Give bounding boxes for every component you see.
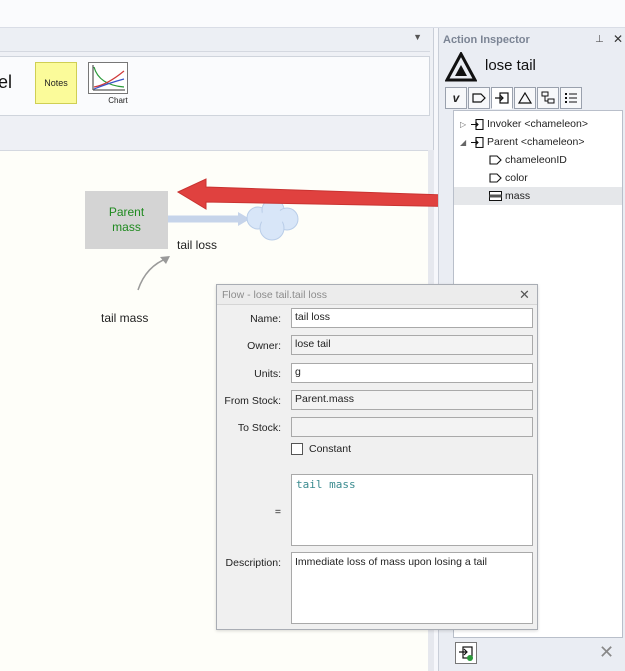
constant-checkbox[interactable] [291,443,303,455]
notes-button-label: Notes [44,78,68,88]
window-top-strip [0,0,625,28]
add-import-button[interactable] [455,642,477,664]
chart-button-label: Chart [108,96,128,105]
flow-dialog-title: Flow - lose tail.tail loss [222,289,328,301]
constant-checkbox-row[interactable]: Constant [291,443,351,455]
description-field[interactable]: Immediate loss of mass upon losing a tai… [291,552,533,624]
chart-icon [88,62,128,94]
variable-tail-mass[interactable]: tail mass [101,311,148,325]
tab-tag[interactable] [468,87,490,109]
tag-icon [472,93,486,103]
tree-item[interactable]: ◢ Parent <chameleon> [454,133,622,151]
from-stock-field: Parent.mass [291,390,533,410]
flow-dialog-titlebar: Flow - lose tail.tail loss ✕ [217,285,537,305]
import-icon [495,92,509,104]
import-icon [470,136,484,148]
tree-item[interactable]: chameleonID [454,151,622,169]
ribbon-partial-label: el [0,72,13,92]
list-icon [565,93,577,103]
inspector-tabs: v [445,87,583,109]
equation-editor[interactable]: tail mass [291,474,533,546]
tab-triangle[interactable] [514,87,536,109]
owner-label: Owner: [247,340,281,352]
description-label: Description: [225,557,281,569]
units-label: Units: [254,368,281,380]
notes-button[interactable]: Notes [35,62,77,104]
stock-label: Parent mass [108,205,145,234]
tree-item-label: Parent <chameleon> [487,136,585,148]
trigger-icon: v [452,91,460,105]
from-stock-label: From Stock: [224,395,281,407]
flowchart-icon [541,91,555,104]
tree-item-label: chameleonID [505,154,567,166]
model-pane-header: ▼ [0,28,430,52]
remove-icon[interactable]: ✕ [599,642,614,663]
flow-label-tail-loss[interactable]: tail loss [177,238,217,252]
tab-list[interactable] [560,87,582,109]
constant-label: Constant [309,443,352,455]
triangle-icon [518,92,532,104]
tree-item[interactable]: mass [454,187,622,205]
chart-button[interactable]: Chart [86,62,130,114]
import-icon [470,118,484,130]
equation-label: = [274,506,281,518]
stock-parent-mass[interactable]: Parent mass [85,191,168,249]
tab-flowchart[interactable] [537,87,559,109]
add-import-icon [459,646,473,661]
tag-icon [488,173,502,183]
tree-item[interactable]: color [454,169,622,187]
tree-item-label: Invoker <chameleon> [487,118,588,130]
action-header: lose tail [445,52,623,84]
inspector-title: Action Inspector [443,34,530,46]
tab-trigger[interactable]: v [445,87,467,109]
flow-dialog: Flow - lose tail.tail loss ✕ Name: tail … [216,284,538,630]
tag-icon [488,155,502,165]
tab-import[interactable] [491,87,513,109]
pane-dropdown-icon[interactable]: ▼ [413,32,422,42]
tree-item-label: color [505,172,528,184]
action-triangle-icon [445,52,477,82]
tree-item[interactable]: ▷ Invoker <chameleon> [454,115,622,133]
close-inspector-icon[interactable]: ✕ [613,32,623,46]
units-field[interactable]: g [291,363,533,383]
action-name: lose tail [485,57,536,74]
to-stock-label: To Stock: [237,422,281,434]
tree-item-label: mass [505,190,531,202]
to-stock-field [291,417,533,437]
stock-icon [488,191,502,201]
expand-down-icon[interactable]: ◢ [460,138,470,147]
name-label: Name: [250,313,281,325]
expand-right-icon[interactable]: ▷ [460,120,470,129]
name-field[interactable]: tail loss [291,308,533,328]
owner-field: lose tail [291,335,533,355]
pin-icon[interactable]: ⊥ [595,34,604,45]
close-dialog-icon[interactable]: ✕ [519,287,530,303]
